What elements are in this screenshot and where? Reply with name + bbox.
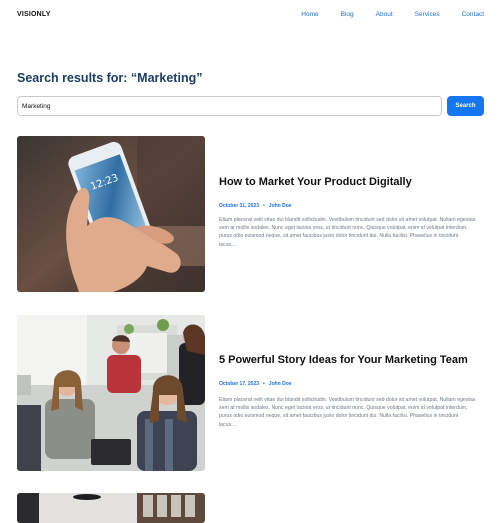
meta-separator: • [263,381,265,387]
result-date: October 17, 2023 [219,381,260,387]
meta-separator: • [263,203,265,209]
team-meeting-photo [17,315,205,471]
result-thumbnail-partial[interactable] [17,493,205,523]
result-excerpt: Etiam placerat velit vitae dui blandit s… [219,397,476,428]
result-author-link[interactable]: John Doe [269,381,292,387]
result-title-link[interactable]: 5 Powerful Story Ideas for Your Marketin… [219,354,468,366]
nav-link-services[interactable]: Services [415,11,440,18]
phone-photo: 12:23 [17,136,205,292]
search-result-card: 5 Powerful Story Ideas for Your Marketin… [17,315,487,471]
office-photo [17,493,205,523]
result-meta: October 31, 2023 • John Doe [219,203,292,209]
result-thumbnail-meeting[interactable] [17,315,205,471]
site-header: VISIONLY Home Blog About Services Contac… [0,0,500,32]
search-result-card: 12:23 How to Market Your Product Digital… [17,136,487,292]
result-excerpt: Etiam placerat velit vitae dui blandit s… [219,217,476,248]
result-thumbnail-phone[interactable]: 12:23 [17,136,205,292]
main-nav: Home Blog About Services Contact [279,11,484,18]
nav-link-home[interactable]: Home [301,11,318,18]
result-meta: October 17, 2023 • John Doe [219,381,292,387]
result-title-link[interactable]: How to Market Your Product Digitally [219,176,412,188]
site-logo[interactable]: VISIONLY [17,11,51,18]
result-author-link[interactable]: John Doe [269,203,292,209]
search-button[interactable]: Search [447,96,484,116]
nav-link-blog[interactable]: Blog [341,11,354,18]
nav-link-about[interactable]: About [376,11,393,18]
search-input[interactable] [17,96,442,116]
search-results-heading: Search results for: “Marketing” [17,71,203,85]
result-date: October 31, 2023 [219,203,260,209]
nav-link-contact[interactable]: Contact [462,11,484,18]
